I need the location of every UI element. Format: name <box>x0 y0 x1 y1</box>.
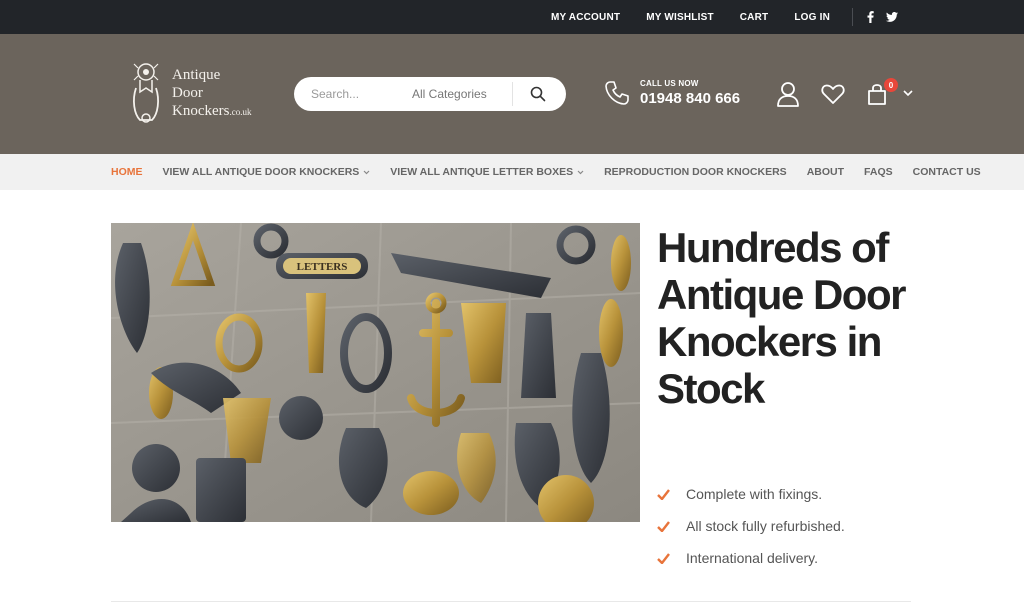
nav-item-antique-letter-boxes[interactable]: VIEW ALL ANTIQUE LETTER BOXES <box>390 166 584 178</box>
feature-item: International delivery. <box>657 542 845 574</box>
nav-item-home[interactable]: HOME <box>111 166 143 178</box>
search-input[interactable] <box>294 87 394 101</box>
nav-item-contact-us[interactable]: CONTACT US <box>913 166 981 178</box>
feature-text: International delivery. <box>686 550 819 566</box>
feature-item: All stock fully refurbished. <box>657 510 845 542</box>
top-bar: MY ACCOUNT MY WISHLIST CART LOG IN <box>0 0 1024 34</box>
top-divider <box>852 8 853 26</box>
my-account-link[interactable]: MY ACCOUNT <box>551 12 620 23</box>
facebook-icon[interactable] <box>867 11 874 23</box>
feature-list: Complete with fixings. All stock fully r… <box>657 478 845 574</box>
chevron-down-icon <box>363 168 370 177</box>
logo-domain-suffix: .co.uk <box>229 107 252 117</box>
cart-chevron-down-icon[interactable] <box>903 89 913 97</box>
search-bar: All Categories <box>294 77 566 111</box>
phone-icon <box>605 81 629 105</box>
top-links: MY ACCOUNT MY WISHLIST CART LOG IN <box>551 0 1024 34</box>
checkmark-icon <box>657 552 670 564</box>
hero-headline: Hundreds of Antique Door Knockers in Sto… <box>657 224 906 412</box>
nav-item-about[interactable]: ABOUT <box>807 166 844 178</box>
logo-text: Antique Door Knockers.co.uk <box>172 66 251 121</box>
knockers-photo: LETTERS <box>111 223 640 522</box>
cart-link[interactable]: CART <box>740 12 769 23</box>
user-account-icon[interactable] <box>776 81 800 107</box>
chevron-down-icon <box>577 168 584 177</box>
search-button[interactable] <box>513 77 563 111</box>
phone-number[interactable]: 01948 840 666 <box>640 90 740 107</box>
search-icon <box>530 86 546 102</box>
twitter-icon[interactable] <box>886 12 898 22</box>
logo-line-door: Door <box>172 85 203 101</box>
nav-item-reproduction-door-knockers[interactable]: REPRODUCTION DOOR KNOCKERS <box>604 166 787 178</box>
phone-contact[interactable]: CALL US NOW 01948 840 666 <box>604 79 740 107</box>
wishlist-heart-icon[interactable] <box>821 83 845 105</box>
checkmark-icon <box>657 520 670 532</box>
nav-item-faqs[interactable]: FAQS <box>864 166 893 178</box>
nav-item-antique-door-knockers[interactable]: VIEW ALL ANTIQUE DOOR KNOCKERS <box>163 166 371 178</box>
my-wishlist-link[interactable]: MY WISHLIST <box>646 12 714 23</box>
checkmark-icon <box>657 488 670 500</box>
cart-count-badge: 0 <box>884 78 898 92</box>
social-links <box>867 11 910 23</box>
logo-line-knockers: Knockers.co.uk <box>172 103 252 119</box>
door-knocker-logo-icon <box>133 63 159 123</box>
feature-text: Complete with fixings. <box>686 486 823 502</box>
svg-text:LETTERS: LETTERS <box>297 261 348 273</box>
feature-text: All stock fully refurbished. <box>686 518 845 534</box>
logo-line-antique: Antique <box>172 67 221 83</box>
section-divider <box>111 601 911 602</box>
feature-item: Complete with fixings. <box>657 478 845 510</box>
door-knockers-collection-image: LETTERS <box>111 223 640 522</box>
log-in-link[interactable]: LOG IN <box>794 12 830 23</box>
category-select[interactable]: All Categories <box>412 87 512 101</box>
site-header: Antique Door Knockers.co.uk All Categori… <box>0 34 1024 154</box>
call-us-label: CALL US NOW <box>640 79 699 88</box>
site-logo[interactable]: Antique Door Knockers.co.uk <box>128 62 268 126</box>
main-nav: HOME VIEW ALL ANTIQUE DOOR KNOCKERS VIEW… <box>0 154 1024 190</box>
